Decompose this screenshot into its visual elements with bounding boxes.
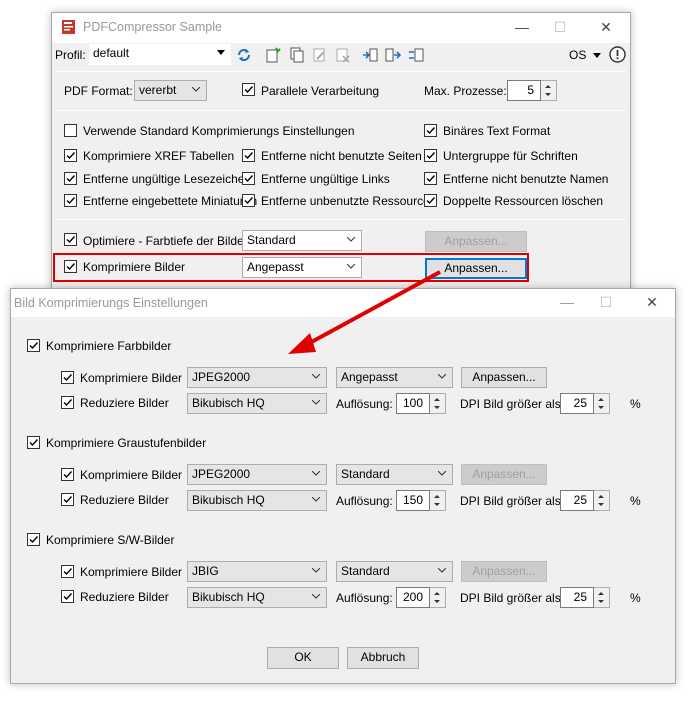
annotation-arrow-icon xyxy=(288,270,441,354)
